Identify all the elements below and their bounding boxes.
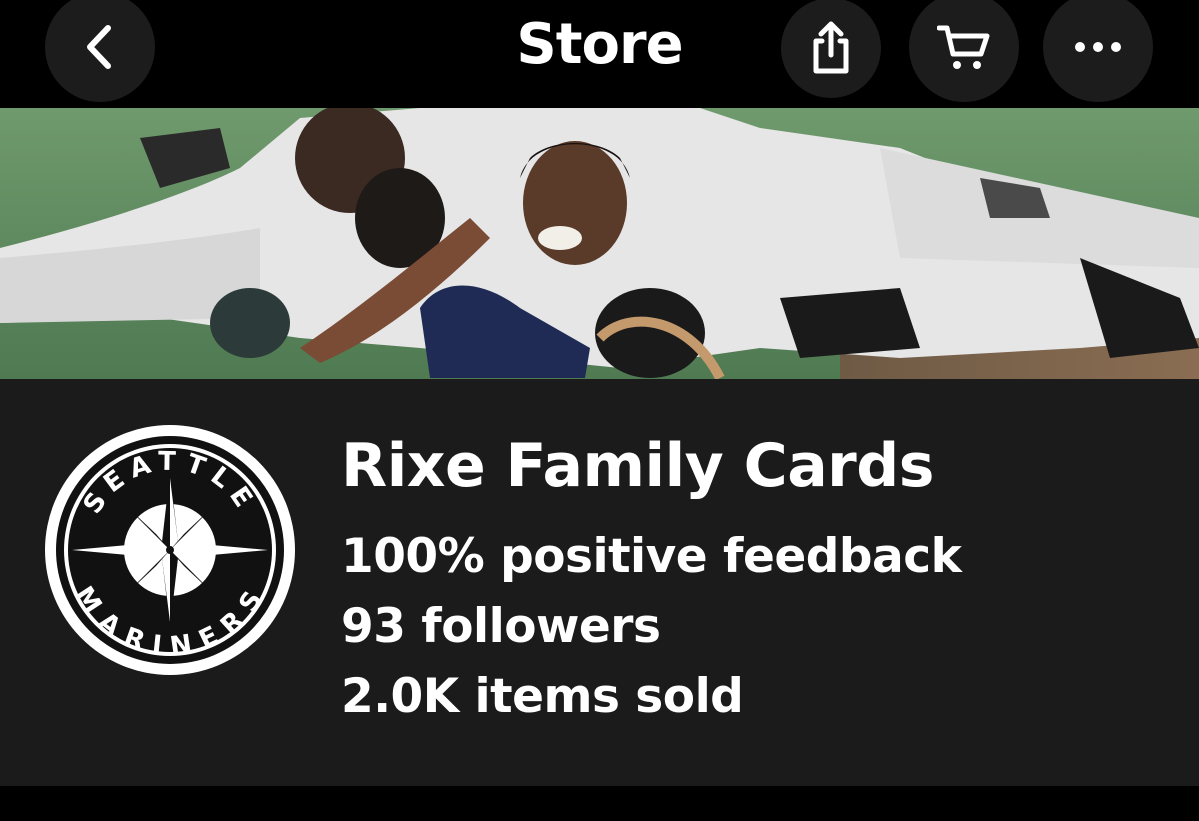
more-button[interactable] (1043, 0, 1153, 102)
store-profile-panel: SEATTLE MARINERS Rixe Family Cards 100% … (0, 379, 1199, 786)
feedback-stat[interactable]: 100% positive feedback (341, 529, 962, 584)
items-sold-stat: 2.0K items sold (341, 669, 744, 724)
share-button[interactable] (781, 0, 881, 98)
more-horizontal-icon (1075, 42, 1121, 52)
banner-photo (0, 108, 1199, 379)
cart-button[interactable] (909, 0, 1019, 102)
store-banner-image (0, 108, 1199, 379)
top-app-bar: Store (0, 0, 1199, 108)
followers-stat[interactable]: 93 followers (341, 599, 661, 654)
page-title: Store (516, 12, 683, 77)
share-icon (813, 21, 849, 74)
store-logo[interactable]: SEATTLE MARINERS (44, 424, 296, 676)
cart-icon (937, 25, 990, 69)
store-name[interactable]: Rixe Family Cards (341, 431, 934, 501)
mariners-logo-icon: SEATTLE MARINERS (45, 425, 295, 675)
bottom-divider (0, 786, 1199, 821)
